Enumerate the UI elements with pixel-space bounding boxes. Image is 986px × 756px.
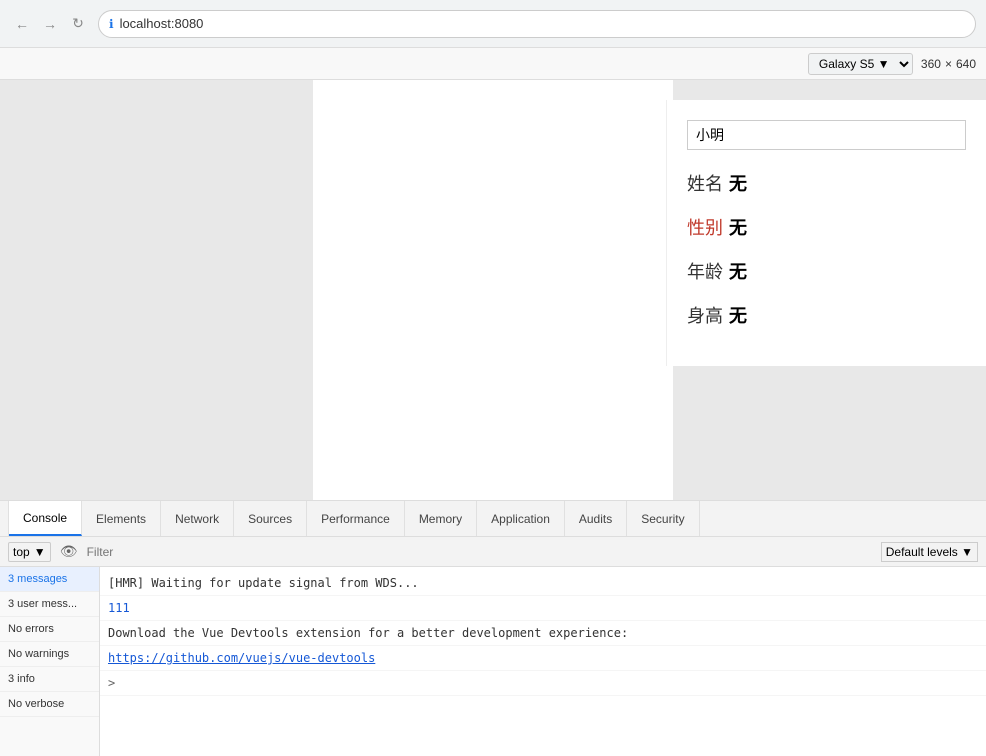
label-age: 年龄	[687, 258, 723, 284]
tab-security[interactable]: Security	[627, 501, 699, 536]
devtools-tabs: Console Elements Network Sources Perform…	[0, 501, 986, 537]
value-age: 无	[729, 258, 747, 284]
hmr-message: [HMR] Waiting for update signal from WDS…	[108, 576, 419, 590]
reload-button[interactable]: ↻	[66, 12, 90, 36]
info-row-gender: 性别 无	[687, 214, 966, 240]
info-row-name: 姓名 无	[687, 170, 966, 196]
tab-performance[interactable]: Performance	[307, 501, 405, 536]
value-name: 无	[729, 170, 747, 196]
address-bar[interactable]: ℹ	[98, 10, 976, 38]
vue-app-panel: 姓名 无 性别 无 年龄 无 身高 无	[666, 100, 986, 366]
sidebar-errors-item[interactable]: No errors	[0, 617, 99, 642]
console-sidebar: 3 messages 3 user mess... No errors No w…	[0, 567, 100, 756]
context-selector[interactable]: top ▼	[8, 542, 51, 562]
url-input[interactable]	[120, 16, 965, 31]
console-line-devtools: Download the Vue Devtools extension for …	[100, 621, 986, 646]
tab-network[interactable]: Network	[161, 501, 234, 536]
verbose-count: No verbose	[8, 698, 64, 710]
label-gender: 性别	[687, 214, 723, 240]
messages-count: 3 messages	[8, 573, 67, 585]
label-height: 身高	[687, 302, 723, 328]
eye-icon[interactable]: 👁	[59, 542, 79, 562]
tab-console[interactable]: Console	[9, 501, 82, 536]
tab-elements[interactable]: Elements	[82, 501, 161, 536]
levels-selector[interactable]: Default levels ▼	[881, 542, 978, 562]
tab-audits[interactable]: Audits	[565, 501, 627, 536]
responsive-toolbar: Galaxy S5 ▼ 360 × 640	[0, 48, 986, 80]
console-toolbar: top ▼ 👁 Default levels ▼	[0, 537, 986, 567]
info-row-age: 年龄 无	[687, 258, 966, 284]
levels-label: Default levels ▼	[886, 545, 973, 559]
console-output: 3 messages 3 user mess... No errors No w…	[0, 567, 986, 756]
back-button[interactable]: ←	[10, 12, 34, 36]
errors-count: No errors	[8, 623, 54, 635]
console-line-link: https://github.com/vuejs/vue-devtools	[100, 646, 986, 671]
tab-application[interactable]: Application	[477, 501, 565, 536]
devtools-message: Download the Vue Devtools extension for …	[108, 626, 628, 640]
info-row-height: 身高 无	[687, 302, 966, 328]
context-dropdown-icon: ▼	[34, 545, 46, 559]
label-name: 姓名	[687, 170, 723, 196]
sidebar-verbose-item[interactable]: No verbose	[0, 692, 99, 717]
nav-buttons: ← → ↻	[10, 12, 90, 36]
mobile-viewport	[313, 80, 673, 500]
context-label: top	[13, 545, 30, 559]
device-selector[interactable]: Galaxy S5 ▼	[808, 53, 913, 75]
main-container: 姓名 无 性别 无 年龄 无 身高 无 Console Elements Net…	[0, 80, 986, 756]
page-content: 姓名 无 性别 无 年龄 无 身高 无	[0, 80, 986, 500]
name-input[interactable]	[687, 120, 966, 150]
devtools-panel: Console Elements Network Sources Perform…	[0, 500, 986, 756]
secure-icon: ℹ	[109, 17, 114, 31]
sidebar-info-item[interactable]: 3 info	[0, 667, 99, 692]
forward-button[interactable]: →	[38, 12, 62, 36]
dimension-display: 360 × 640	[921, 57, 976, 71]
dimension-x: ×	[945, 57, 952, 71]
info-count: 3 info	[8, 673, 35, 685]
value-height: 无	[729, 302, 747, 328]
console-line-111: 111	[100, 596, 986, 621]
viewport-width: 360	[921, 57, 941, 71]
warnings-count: No warnings	[8, 648, 69, 660]
console-line-hmr: [HMR] Waiting for update signal from WDS…	[100, 571, 986, 596]
tab-sources[interactable]: Sources	[234, 501, 307, 536]
sidebar-messages-item[interactable]: 3 messages	[0, 567, 99, 592]
value-gender: 无	[729, 214, 747, 240]
devtools-link[interactable]: https://github.com/vuejs/vue-devtools	[108, 651, 375, 665]
tab-memory[interactable]: Memory	[405, 501, 477, 536]
user-messages-count: 3 user mess...	[8, 598, 77, 610]
console-line-prompt[interactable]: >	[100, 671, 986, 696]
browser-chrome: ← → ↻ ℹ	[0, 0, 986, 48]
console-messages: [HMR] Waiting for update signal from WDS…	[100, 567, 986, 756]
number-111: 111	[108, 601, 130, 615]
prompt-arrow: >	[108, 676, 115, 690]
tab-empty[interactable]	[0, 501, 9, 536]
sidebar-warnings-item[interactable]: No warnings	[0, 642, 99, 667]
viewport-height: 640	[956, 57, 976, 71]
filter-input[interactable]	[87, 545, 873, 559]
sidebar-user-messages-item[interactable]: 3 user mess...	[0, 592, 99, 617]
